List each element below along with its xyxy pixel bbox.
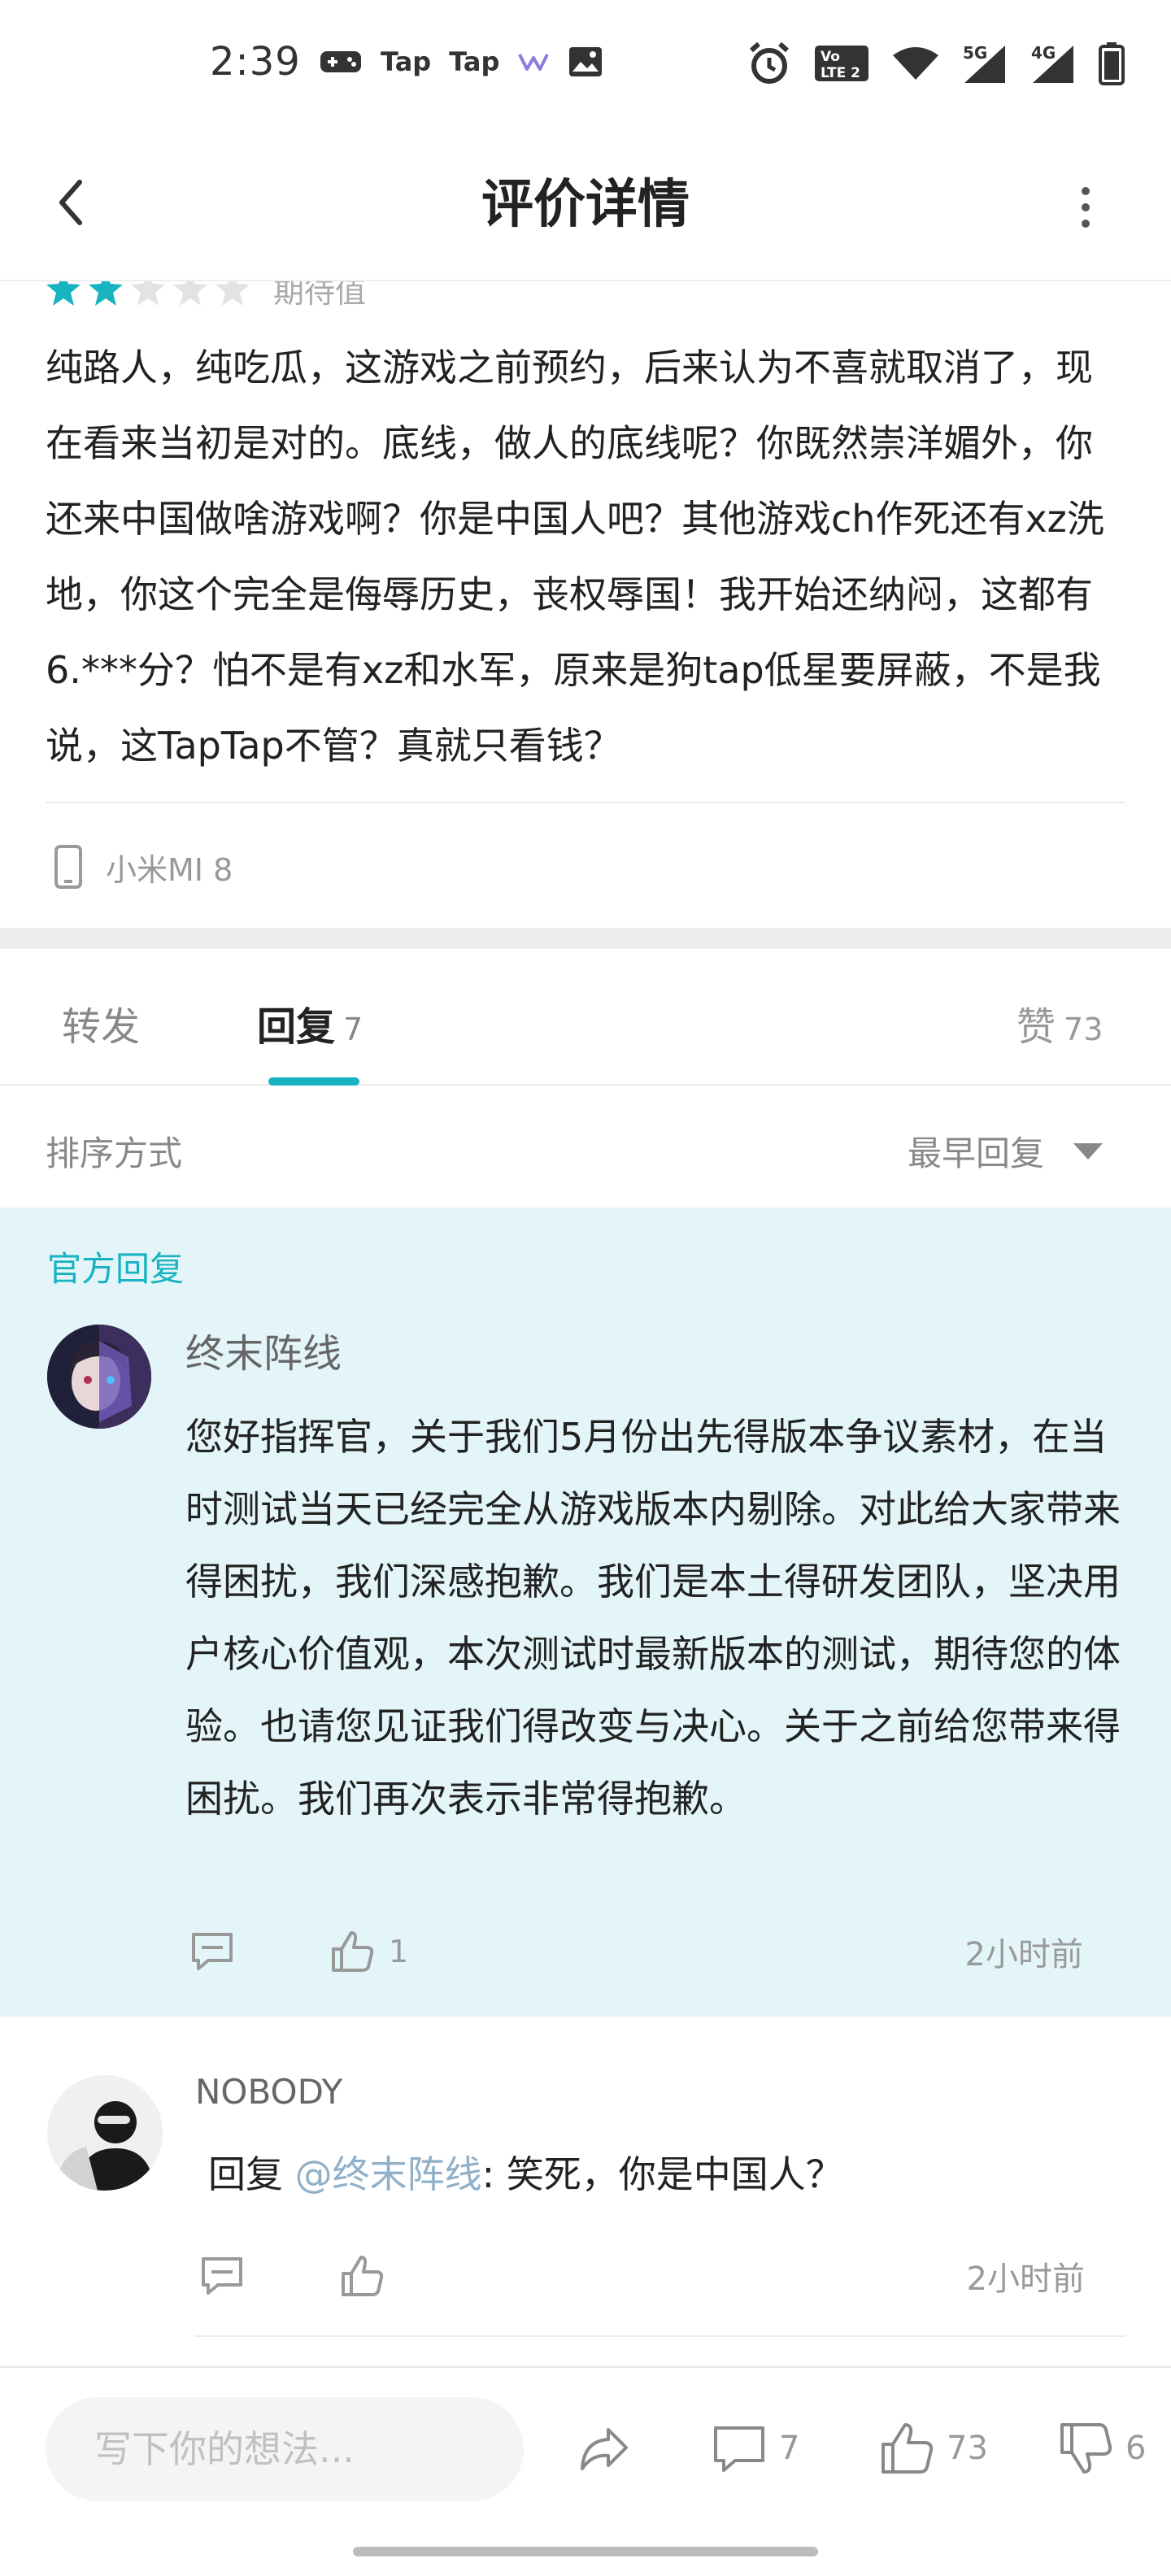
- share-icon: [581, 2428, 628, 2470]
- more-options-button[interactable]: [1065, 171, 1106, 244]
- svg-text:4G: 4G: [1031, 43, 1056, 63]
- sort-dropdown[interactable]: 最早回复: [908, 1126, 1044, 1176]
- reply-item: NOBODY 回复 @终末阵线: 笑死，你是中国人？ 2小时前: [0, 2017, 1171, 2366]
- status-bar: 2:39 Tap Tap Vo LTE 2 5G 4G: [0, 0, 1171, 130]
- reply-actions: 1 2小时前: [189, 1928, 1083, 1975]
- tab-reply[interactable]: 回复 7: [257, 994, 363, 1051]
- reply-time: 2小时前: [964, 1936, 1083, 1973]
- home-indicator[interactable]: [353, 2547, 818, 2556]
- battery-icon: [1098, 41, 1125, 85]
- like-count: 73: [947, 2430, 988, 2467]
- comment-icon[interactable]: [198, 2252, 246, 2300]
- reply-text: 回复 @终末阵线: 笑死，你是中国人？: [208, 2145, 843, 2199]
- reply-text: 您好指挥官，关于我们5月份出先得版本争议素材，在当时测试当天已经完全从游戏版本内…: [185, 1415, 1121, 1821]
- phone-icon: [54, 845, 82, 889]
- divider: [195, 2335, 1125, 2337]
- like-button[interactable]: 73: [878, 2420, 988, 2477]
- alarm-icon: [747, 41, 792, 86]
- section-divider: [0, 928, 1171, 949]
- reply-time: 2小时前: [966, 2261, 1085, 2298]
- tab-like-label: 赞: [1016, 1004, 1056, 1050]
- avatar[interactable]: [47, 1325, 151, 1429]
- reply-prefix: 回复: [208, 2152, 295, 2196]
- comment-icon: [714, 2426, 764, 2472]
- volte-icon: Vo LTE 2: [813, 44, 870, 83]
- reply-author-name[interactable]: NOBODY: [195, 2072, 342, 2112]
- image-icon: [568, 46, 603, 78]
- thumbs-up-icon[interactable]: [338, 2252, 385, 2300]
- tab-like-count: 73: [1064, 1012, 1104, 1047]
- svg-text:5G: 5G: [963, 43, 987, 63]
- signal-5g-icon: 5G: [961, 42, 1008, 85]
- like-count: 1: [389, 1934, 409, 1969]
- rating-label: 期待值: [273, 281, 367, 310]
- official-reply-tag: 官方回复: [47, 1249, 185, 1289]
- comment-button[interactable]: 7: [711, 2420, 799, 2477]
- tab-reply-label: 回复: [257, 1004, 336, 1050]
- taptap-icon: Tap: [381, 46, 432, 77]
- reply-actions: 2小时前: [198, 2252, 1085, 2300]
- official-reply: 官方回复 终末阵线 您好指挥官，关于我们5月份出先得版本争议素材，在当时测试当天…: [0, 1208, 1171, 2017]
- status-time: 2:39: [210, 39, 301, 85]
- avatar-image: [47, 1325, 151, 1429]
- top-navbar: 评价详情: [0, 130, 1171, 281]
- avatar[interactable]: [47, 2075, 163, 2191]
- rating-row: 期待值: [44, 281, 366, 311]
- divider: [46, 802, 1125, 803]
- reply-author-name[interactable]: 终末阵线: [185, 1321, 342, 1378]
- comment-count: 7: [779, 2430, 800, 2467]
- reply-tabs: 转发 回复 7 赞 73: [0, 949, 1171, 1086]
- reply-mention-link[interactable]: @终末阵线: [295, 2152, 482, 2196]
- svg-text:Vo: Vo: [821, 49, 840, 65]
- reply-body: : 笑死，你是中国人？: [481, 2152, 843, 2196]
- wifi-icon: [891, 46, 940, 81]
- dislike-count: 6: [1125, 2430, 1147, 2467]
- dislike-button[interactable]: 6: [1057, 2420, 1146, 2477]
- star-empty-icon: [173, 281, 207, 306]
- status-left-icons: Tap Tap: [319, 46, 603, 78]
- tab-forward[interactable]: 转发: [62, 994, 140, 1051]
- star-filled-icon: [89, 281, 123, 306]
- sort-row: 排序方式 最早回复: [0, 1086, 1171, 1208]
- sort-label: 排序方式: [46, 1134, 183, 1173]
- taptap-icon: Tap: [449, 46, 500, 77]
- review-card: 期待值 纯路人，纯吃瓜，这游戏之前预约，后来认为不喜就取消了，现在看来当初是对的…: [0, 281, 1171, 928]
- more-vertical-icon: [1082, 187, 1090, 228]
- review-text: 纯路人，纯吃瓜，这游戏之前预约，后来认为不喜就取消了，现在看来当初是对的。底线，…: [46, 346, 1104, 768]
- star-empty-icon: [215, 281, 250, 306]
- bottom-action-bar: 7 73 6: [0, 2366, 1171, 2529]
- star-empty-icon: [131, 281, 165, 306]
- page-title: 评价详情: [481, 175, 690, 235]
- avatar-image: [47, 2075, 163, 2191]
- rating-stars: [44, 281, 252, 309]
- device-label: 小米MI 8: [106, 851, 233, 888]
- comment-input[interactable]: [46, 2397, 524, 2501]
- svg-text:LTE 2: LTE 2: [821, 65, 860, 81]
- gamepad-icon: [319, 48, 363, 76]
- tab-reply-count: 7: [343, 1012, 363, 1047]
- comment-icon[interactable]: [189, 1928, 236, 1975]
- thumbs-up-icon: [882, 2423, 934, 2474]
- thumbs-up-icon[interactable]: [329, 1928, 376, 1975]
- share-button[interactable]: [576, 2420, 633, 2477]
- caret-down-icon[interactable]: [1072, 1141, 1104, 1162]
- signal-4g-icon: 4G: [1030, 42, 1077, 85]
- thumbs-down-icon: [1060, 2423, 1112, 2474]
- active-tab-indicator: [268, 1077, 359, 1086]
- w-app-icon: [517, 50, 550, 74]
- status-right-icons: Vo LTE 2 5G 4G: [747, 41, 1125, 86]
- tab-like[interactable]: 赞 73: [1016, 994, 1103, 1051]
- star-filled-icon: [46, 281, 81, 306]
- device-info: 小米MI 8: [54, 844, 233, 890]
